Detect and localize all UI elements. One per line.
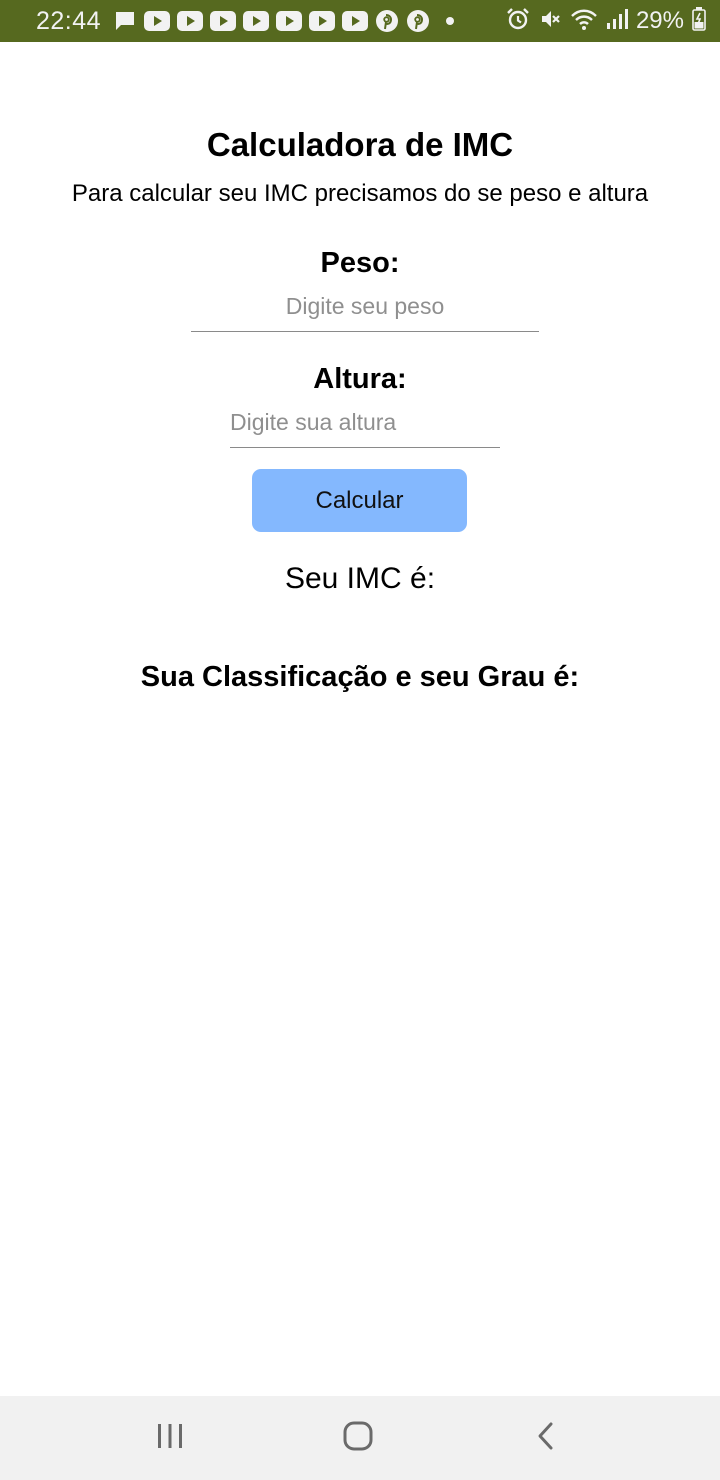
youtube-icon (276, 11, 303, 31)
wifi-icon (570, 7, 598, 36)
alarm-icon (506, 7, 530, 36)
youtube-icon (309, 11, 336, 31)
weight-label: Peso: (320, 247, 400, 279)
youtube-icon (243, 11, 270, 31)
recent-apps-button[interactable] (110, 1396, 230, 1480)
imc-result-label: Seu IMC é: (284, 562, 436, 595)
home-button[interactable] (298, 1396, 418, 1480)
signal-icon (606, 8, 628, 35)
system-status-icons: 29% (506, 6, 706, 36)
height-label: Altura: (313, 363, 407, 395)
battery-percent: 29% (635, 7, 684, 34)
home-icon (342, 1420, 374, 1457)
pinterest-icon (375, 9, 399, 33)
mute-icon (538, 7, 562, 36)
navigation-bar (0, 1396, 720, 1480)
app-content: Calculadora de IMC Para calcular seu IMC… (0, 42, 720, 1396)
youtube-icon (144, 11, 171, 31)
status-bar: 22:44 29% (0, 0, 720, 42)
youtube-icon (210, 11, 237, 31)
youtube-icon (342, 11, 369, 31)
classification-label: Sua Classificação e seu Grau é: (140, 661, 580, 693)
height-input[interactable] (230, 407, 500, 448)
youtube-icon (177, 11, 204, 31)
back-icon (534, 1421, 558, 1456)
pinterest-icon (406, 9, 430, 33)
page-title: Calculadora de IMC (206, 126, 514, 163)
weight-input[interactable] (191, 291, 539, 332)
back-button[interactable] (486, 1396, 606, 1480)
notification-icons (113, 9, 455, 33)
calculate-button[interactable]: Calcular (252, 469, 467, 532)
dot-icon (445, 16, 455, 26)
recent-apps-icon (155, 1422, 185, 1455)
message-icon (113, 9, 137, 33)
page-subtitle: Para calcular seu IMC precisamos do se p… (71, 180, 649, 207)
battery-charging-icon (692, 6, 706, 36)
status-time: 22:44 (36, 6, 102, 35)
